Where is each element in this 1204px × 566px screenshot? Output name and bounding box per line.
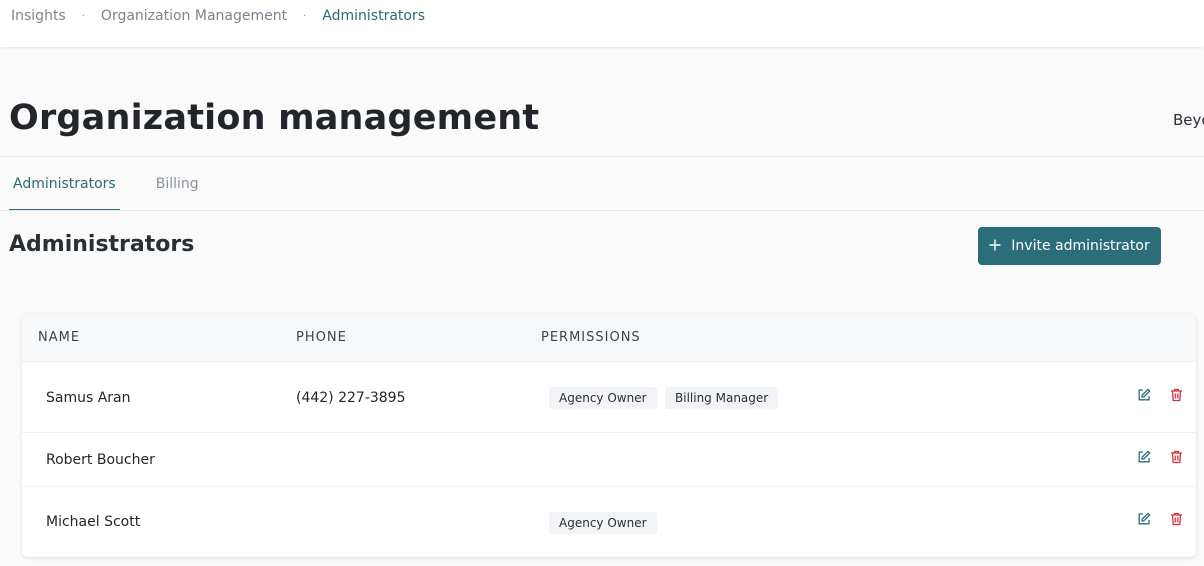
invite-administrator-button[interactable]: Invite administrator: [978, 227, 1161, 265]
breadcrumb-organization-management[interactable]: Organization Management: [101, 8, 287, 24]
table-row: Samus Aran (442) 227-3895 Agency Owner B…: [22, 362, 1196, 433]
column-header-permissions: PERMISSIONS: [541, 330, 641, 345]
invite-button-label: Invite administrator: [1011, 238, 1150, 254]
permission-tag: Agency Owner: [549, 512, 657, 534]
tab-administrators[interactable]: Administrators: [9, 157, 120, 211]
table-row: Michael Scott Agency Owner: [22, 487, 1196, 557]
trash-icon[interactable]: [1168, 387, 1184, 403]
column-header-name: NAME: [38, 330, 81, 345]
admin-phone: (442) 227-3895: [296, 390, 406, 406]
permission-tag: Agency Owner: [549, 387, 657, 409]
admin-name: Michael Scott: [46, 514, 141, 530]
column-header-phone: PHONE: [296, 330, 347, 345]
breadcrumb-insights[interactable]: Insights: [11, 8, 66, 24]
edit-icon[interactable]: [1136, 387, 1152, 403]
page-title: Organization management: [9, 98, 540, 138]
administrators-table: NAME PHONE PERMISSIONS Samus Aran (442) …: [22, 314, 1196, 557]
tab-bar: Administrators Billing: [9, 157, 235, 211]
edit-icon[interactable]: [1136, 449, 1152, 465]
section-title: Administrators: [9, 232, 195, 257]
edit-icon[interactable]: [1136, 511, 1152, 527]
top-bar: Insights · Organization Management · Adm…: [0, 0, 1204, 47]
admin-name: Robert Boucher: [46, 452, 155, 468]
table-header: NAME PHONE PERMISSIONS: [22, 314, 1196, 362]
breadcrumb-separator: ·: [303, 10, 307, 22]
trash-icon[interactable]: [1168, 449, 1184, 465]
breadcrumb-separator: ·: [81, 10, 85, 22]
plus-icon: [989, 236, 1001, 255]
permission-tag: Billing Manager: [665, 387, 779, 409]
trash-icon[interactable]: [1168, 511, 1184, 527]
breadcrumb: Insights · Organization Management · Adm…: [11, 8, 425, 24]
tab-billing[interactable]: Billing: [152, 157, 203, 211]
divider: [0, 210, 1204, 211]
breadcrumb-administrators: Administrators: [322, 8, 426, 24]
header-right-text: Beyo: [1173, 111, 1204, 129]
admin-name: Samus Aran: [46, 390, 131, 406]
table-row: Robert Boucher: [22, 433, 1196, 487]
